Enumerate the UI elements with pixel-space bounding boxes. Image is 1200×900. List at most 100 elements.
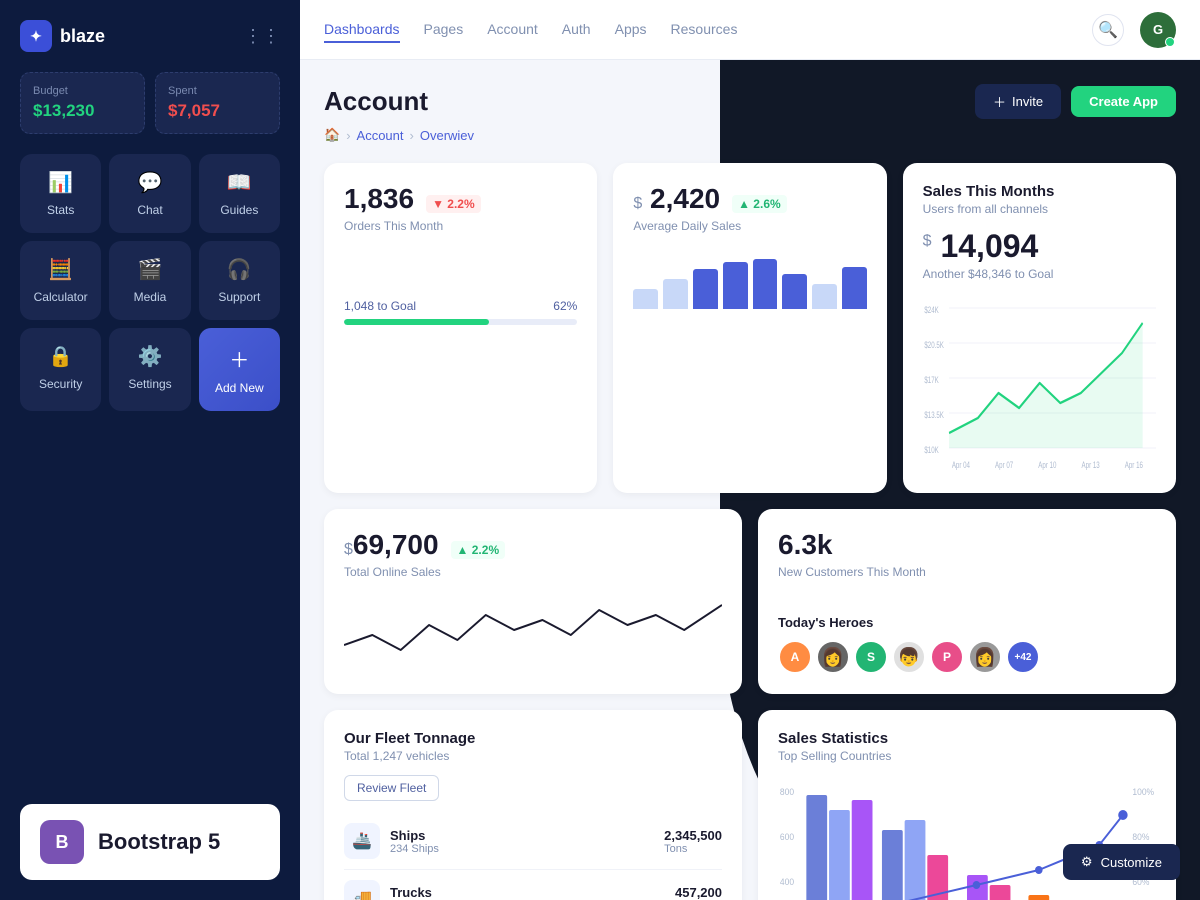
bar-6: [782, 274, 807, 309]
support-icon: 🎧: [227, 257, 252, 282]
svg-text:600: 600: [780, 832, 794, 842]
review-fleet-button[interactable]: Review Fleet: [344, 775, 439, 801]
nav-resources[interactable]: Resources: [671, 17, 738, 43]
ships-name: Ships: [390, 828, 439, 843]
sales-month-title: Sales This Months: [923, 183, 1156, 200]
svg-text:$24K: $24K: [924, 305, 939, 315]
breadcrumb-sep2: ›: [410, 128, 414, 143]
add-new-icon: ＋: [229, 344, 249, 373]
customers-card: 6.3k New Customers This Month Today's He…: [758, 509, 1176, 694]
progress-row: 1,048 to Goal 62%: [344, 299, 577, 313]
sales-stats-title: Sales Statistics: [778, 730, 1156, 747]
settings-icon: ⚙️: [138, 344, 163, 369]
user-avatar[interactable]: G: [1140, 12, 1176, 48]
breadcrumb-home-icon[interactable]: 🏠: [324, 127, 340, 143]
hero-4: 👦: [892, 640, 926, 674]
customize-label: Customize: [1101, 855, 1162, 870]
sidebar-item-support[interactable]: 🎧 Support: [199, 241, 280, 320]
topnav-right: 🔍 G: [1092, 12, 1176, 48]
fleet-subtitle: Total 1,247 vehicles: [344, 749, 722, 763]
sales-month-subtitle: Users from all channels: [923, 202, 1156, 216]
ships-value: 2,345,500: [664, 828, 722, 843]
online-sales-card: $69,700 ▲ 2.2% Total Online Sales: [324, 509, 742, 694]
sidebar-item-settings[interactable]: ⚙️ Settings: [109, 328, 190, 411]
sidebar-item-calculator[interactable]: 🧮 Calculator: [20, 241, 101, 320]
hero-1: A: [778, 640, 812, 674]
nav-auth[interactable]: Auth: [562, 17, 591, 43]
hero-5: P: [930, 640, 964, 674]
hero-2: 👩: [816, 640, 850, 674]
mini-bar-chart: [633, 249, 866, 309]
customers-label: New Customers This Month: [778, 565, 1156, 579]
sidebar-item-chat[interactable]: 💬 Chat: [109, 154, 190, 233]
fleet-ships-left: 🚢 Ships 234 Ships: [344, 823, 439, 859]
page-title: Account: [324, 86, 428, 117]
customize-button[interactable]: ⚙ Customize: [1063, 844, 1180, 880]
nav-pages[interactable]: Pages: [424, 17, 464, 43]
breadcrumb: 🏠 › Account › Overwiev: [324, 127, 1176, 143]
sidebar-item-security[interactable]: 🔒 Security: [20, 328, 101, 411]
bootstrap-badge: B Bootstrap 5: [20, 804, 280, 880]
orders-badge: ▼ 2.2%: [426, 195, 481, 213]
media-label: Media: [134, 290, 167, 304]
sales-line-chart: $24K $20.5K $17K $13.5K $10K: [923, 293, 1156, 473]
bar-4: [723, 262, 748, 310]
bootstrap-text: Bootstrap 5: [98, 829, 220, 855]
topnav-links: Dashboards Pages Account Auth Apps Resou…: [324, 17, 737, 43]
sidebar-item-media[interactable]: 🎬 Media: [109, 241, 190, 320]
topnav: Dashboards Pages Account Auth Apps Resou…: [300, 0, 1200, 60]
spent-value: $7,057: [168, 101, 267, 121]
nav-account[interactable]: Account: [487, 17, 538, 43]
bar-3: [693, 269, 718, 309]
fleet-card: Our Fleet Tonnage Total 1,247 vehicles R…: [324, 710, 742, 900]
svg-text:Apr 10: Apr 10: [1038, 460, 1056, 470]
sales-month-goal: Another $48,346 to Goal: [923, 267, 1156, 281]
hero-more: +42: [1006, 640, 1040, 674]
calculator-label: Calculator: [34, 290, 88, 304]
svg-text:Apr 13: Apr 13: [1081, 460, 1099, 470]
bar-5: [753, 259, 778, 309]
nav-apps[interactable]: Apps: [615, 17, 647, 43]
content-inner: Account ＋ Invite Create App 🏠 › Account …: [324, 84, 1176, 900]
orders-label: Orders This Month: [344, 219, 577, 233]
svg-text:Apr 04: Apr 04: [951, 460, 970, 470]
invite-plus-icon: ＋: [993, 92, 1006, 111]
sales-month-value: $ 14,094: [923, 228, 1156, 265]
nav-dashboards[interactable]: Dashboards: [324, 17, 400, 43]
sales-month-card: Sales This Months Users from all channel…: [903, 163, 1176, 493]
logo-icon: ✦: [20, 20, 52, 52]
ships-icon: 🚢: [344, 823, 380, 859]
trucks-value: 457,200: [675, 885, 722, 900]
menu-icon[interactable]: ⋮⋮: [244, 26, 280, 47]
page-actions: ＋ Invite Create App: [975, 84, 1176, 119]
sidebar-item-add-new[interactable]: ＋ Add New: [199, 328, 280, 411]
bar-8: [842, 267, 867, 310]
customize-icon: ⚙: [1081, 854, 1093, 870]
heroes-title: Today's Heroes: [778, 615, 1156, 630]
svg-text:800: 800: [780, 787, 794, 797]
ships-count: 234 Ships: [390, 843, 439, 855]
sidebar-item-guides[interactable]: 📖 Guides: [199, 154, 280, 233]
bar-7: [812, 284, 837, 309]
orders-card: 1,836 ▼ 2.2% Orders This Month 1,048 to …: [324, 163, 597, 493]
sidebar-item-stats[interactable]: 📊 Stats: [20, 154, 101, 233]
trucks-icon: 🚚: [344, 880, 380, 900]
invite-button[interactable]: ＋ Invite: [975, 84, 1061, 119]
fleet-row-trucks: 🚚 Trucks 1,460 Trucks 457,200 Tons: [344, 870, 722, 900]
media-icon: 🎬: [138, 257, 163, 282]
daily-sales-badge: ▲ 2.6%: [732, 195, 787, 213]
chat-label: Chat: [137, 203, 162, 217]
logo-text: blaze: [60, 26, 105, 47]
daily-sales-label: Average Daily Sales: [633, 219, 866, 233]
breadcrumb-account[interactable]: Account: [357, 128, 404, 143]
settings-label: Settings: [128, 377, 171, 391]
svg-text:Apr 16: Apr 16: [1124, 460, 1142, 470]
invite-label: Invite: [1012, 94, 1043, 109]
search-button[interactable]: 🔍: [1092, 14, 1124, 46]
main-content: Dashboards Pages Account Auth Apps Resou…: [300, 0, 1200, 900]
bar-2: [663, 279, 688, 309]
budget-card: Budget $13,230: [20, 72, 145, 134]
svg-text:$17K: $17K: [924, 375, 939, 385]
wave-chart: [344, 595, 722, 665]
create-app-button[interactable]: Create App: [1071, 86, 1176, 117]
